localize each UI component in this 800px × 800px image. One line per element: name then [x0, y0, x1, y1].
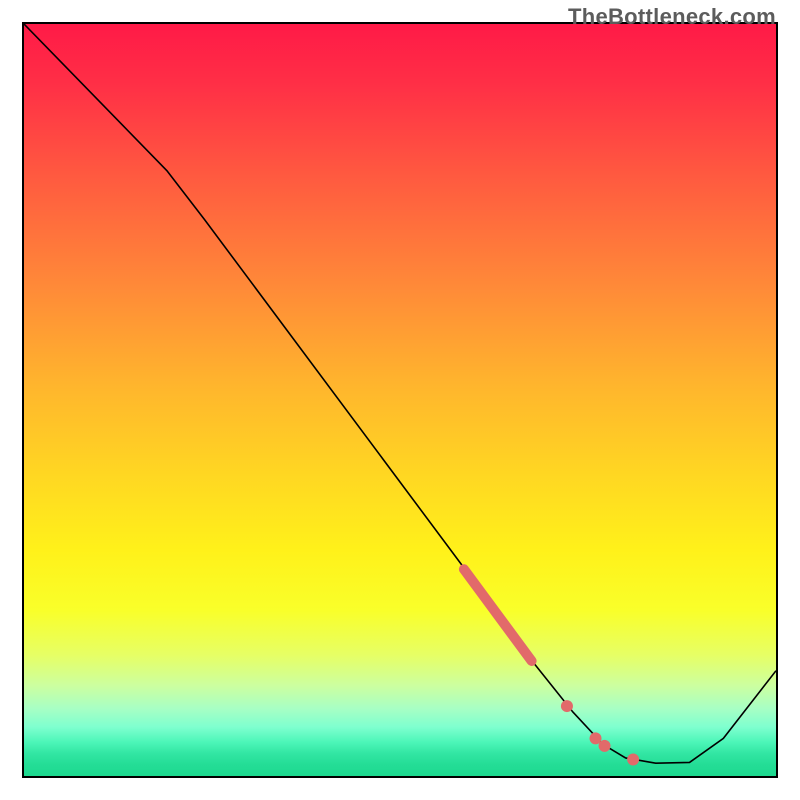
highlight-segment — [464, 569, 532, 661]
chart-container: TheBottleneck.com — [0, 0, 800, 800]
highlight-dot — [561, 700, 573, 712]
plot-area — [22, 22, 778, 778]
bottleneck-curve — [24, 24, 776, 763]
curve-layer — [24, 24, 776, 776]
watermark-text: TheBottleneck.com — [568, 4, 776, 30]
highlight-dots — [561, 700, 639, 765]
highlight-dot — [627, 753, 639, 765]
highlight-dot — [599, 740, 611, 752]
